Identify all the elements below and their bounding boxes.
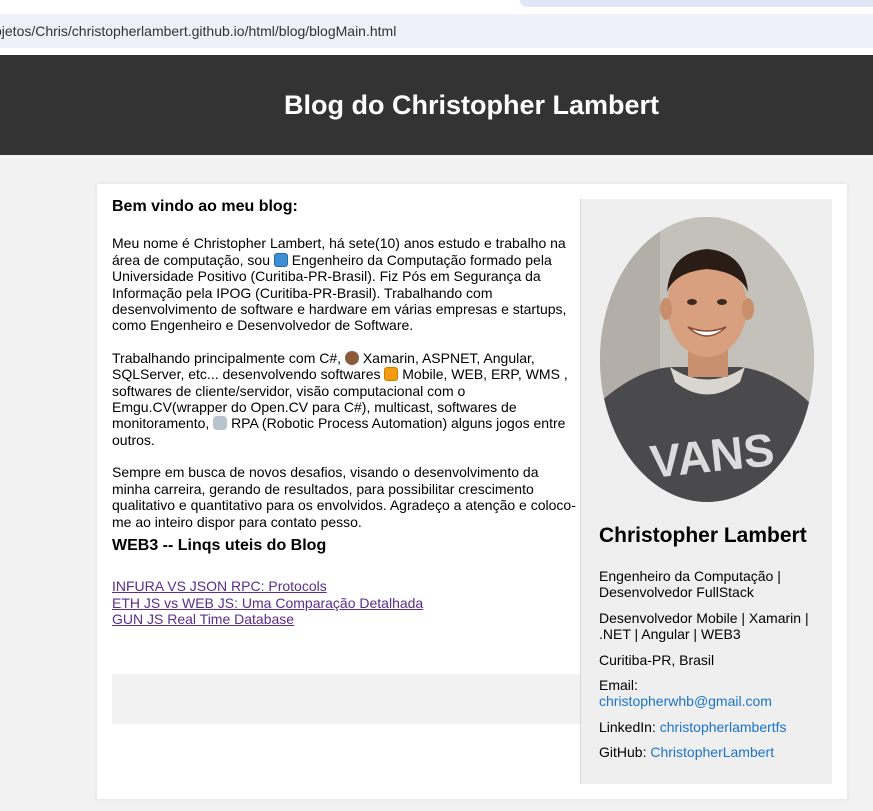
- site-header: Blog do Christopher Lambert: [0, 55, 873, 155]
- profile-email: Email: christopherwhb@gmail.com: [599, 677, 819, 710]
- browser-tab-strip: [520, 0, 873, 7]
- welcome-heading: Bem vindo ao meu blog:: [112, 198, 298, 215]
- goals-paragraph: Sempre em busca de novos desafios, visan…: [112, 464, 576, 530]
- content-card: Bem vindo ao meu blog: Meu nome é Christ…: [97, 184, 847, 799]
- main-content: Bem vindo ao meu blog: Meu nome é Christ…: [112, 198, 580, 628]
- intro-paragraph: Meu nome é Christopher Lambert, há sete(…: [112, 235, 580, 333]
- profile-info: Engenheiro da Computação | Desenvolvedor…: [599, 568, 819, 770]
- page-title: Blog do Christopher Lambert: [283, 89, 659, 120]
- link-gun-js[interactable]: GUN JS Real Time Database: [112, 611, 580, 627]
- skills-text-a: Trabalhando principalmente com C#,: [112, 349, 342, 366]
- profile-photo: VANS: [600, 217, 814, 502]
- github-link[interactable]: ChristopherLambert: [650, 744, 774, 760]
- address-bar[interactable]: ojetos/Chris/christopherlambert.github.i…: [0, 14, 873, 48]
- address-url[interactable]: ojetos/Chris/christopherlambert.github.i…: [0, 23, 396, 39]
- footer-panel: [112, 674, 580, 724]
- see-no-evil-monkey-icon: [344, 350, 359, 365]
- web3-links-heading: WEB3 -- Linqs uteis do Blog: [112, 536, 327, 554]
- linkedin-label: LinkedIn:: [599, 718, 656, 735]
- profile-location: Curitiba-PR, Brasil: [599, 651, 715, 668]
- robot-icon: [213, 416, 228, 431]
- mobile-phone-icon: [384, 367, 399, 382]
- profile-sidebar: VANS Christopher Lambert Engenheiro da C…: [580, 199, 832, 784]
- laptop-icon: [273, 252, 288, 267]
- browser-divider: [0, 48, 873, 55]
- web3-links-list: INFURA VS JSON RPC: Protocols ETH JS vs …: [112, 578, 580, 627]
- profile-github: GitHub: ChristopherLambert: [599, 744, 819, 760]
- link-infura-vs-json-rpc[interactable]: INFURA VS JSON RPC: Protocols: [112, 578, 580, 594]
- link-eth-js-vs-web-js[interactable]: ETH JS vs WEB JS: Uma Comparação Detalha…: [112, 595, 580, 611]
- email-link[interactable]: christopherwhb@gmail.com: [599, 693, 772, 709]
- linkedin-link[interactable]: christopherlambertfs: [660, 719, 787, 735]
- github-label: GitHub:: [599, 744, 647, 761]
- profile-linkedin: LinkedIn: christopherlambertfs: [599, 719, 819, 735]
- skills-paragraph: Trabalhando principalmente com C#, Xamar…: [112, 350, 580, 448]
- profile-skills: Desenvolvedor Mobile | Xamarin | .NET | …: [599, 609, 809, 643]
- profile-name: Christopher Lambert: [599, 524, 807, 547]
- email-label: Email:: [599, 677, 638, 694]
- profile-role: Engenheiro da Computação | Desenvolvedor…: [599, 568, 781, 601]
- profile-photo-illustration: VANS: [600, 217, 814, 502]
